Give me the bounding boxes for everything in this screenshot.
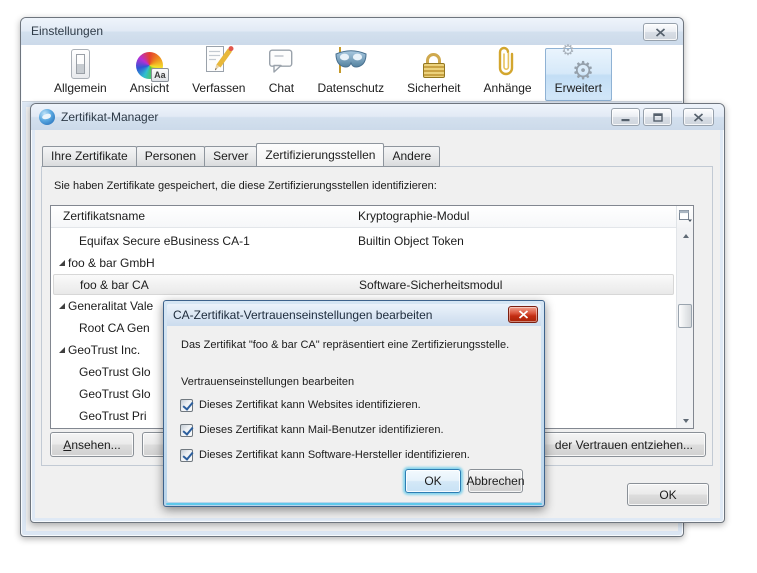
column-picker-button[interactable] xyxy=(676,206,693,228)
close-icon xyxy=(518,308,529,322)
toolbar-item-sicherheit[interactable]: Sicherheit xyxy=(397,48,470,101)
toolbar-item-erweitert[interactable]: Erweitert xyxy=(544,45,612,101)
certmgr-ok-button[interactable]: OK xyxy=(627,483,709,506)
table-row[interactable]: Equifax Secure eBusiness CA-1 Builtin Ob… xyxy=(51,230,676,252)
toolbar-item-chat[interactable]: Chat xyxy=(258,48,304,101)
toolbar-item-label: Chat xyxy=(268,81,295,95)
settings-titlebar[interactable]: Einstellungen xyxy=(21,18,683,45)
toolbar-item-label: Anhänge xyxy=(483,81,532,95)
minimize-icon xyxy=(621,113,630,122)
certmgr-titlebar[interactable]: Zertifikat-Manager xyxy=(31,104,724,130)
column-header-module[interactable]: Kryptographie-Modul xyxy=(358,209,469,223)
twisty-expanded-icon[interactable] xyxy=(59,347,65,353)
checkbox-icon[interactable] xyxy=(180,423,193,437)
toolbar-item-label: Datenschutz xyxy=(317,81,385,95)
toolbar-item-anhaenge[interactable]: Anhänge xyxy=(474,46,542,101)
dialog-intro-text: Das Zertifikat "foo & bar CA" repräsenti… xyxy=(181,339,510,351)
twisty-expanded-icon[interactable] xyxy=(59,260,65,266)
minimize-button[interactable] xyxy=(611,108,640,126)
column-header-name[interactable]: Zertifikatsname xyxy=(63,209,145,223)
gears-icon xyxy=(561,45,595,79)
close-icon xyxy=(655,27,666,37)
settings-window-title: Einstellungen xyxy=(31,24,104,38)
toolbar-item-label: Ansicht xyxy=(129,81,170,95)
tab-andere[interactable]: Andere xyxy=(383,146,441,167)
dialog-body: Das Zertifikat "foo & bar CA" repräsenti… xyxy=(167,326,541,502)
arrow-down-icon xyxy=(682,418,689,423)
light-switch-icon xyxy=(70,49,90,79)
toolbar-item-allgemein[interactable]: Allgemein xyxy=(44,48,117,101)
certmgr-tab-bar: Ihre Zertifikate Personen Server Zertifizie… xyxy=(42,143,441,167)
dialog-ok-button[interactable]: OK xyxy=(405,469,461,493)
column-picker-icon xyxy=(678,209,692,225)
toolbar-item-label: Verfassen xyxy=(192,81,246,95)
close-icon xyxy=(693,112,704,122)
settings-close-button[interactable] xyxy=(643,23,678,41)
tab-zertifizierungsstellen[interactable]: Zertifizierungsstellen xyxy=(256,143,385,167)
tab-server[interactable]: Server xyxy=(204,146,258,167)
checkbox-mail-users[interactable]: Dieses Zertifikat kann Mail-Benutzer ide… xyxy=(180,422,444,438)
dialog-cancel-button[interactable]: Abbrechen xyxy=(466,469,525,493)
twisty-expanded-icon[interactable] xyxy=(59,303,65,309)
table-row-group[interactable]: foo & bar GmbH xyxy=(51,252,676,274)
compose-icon xyxy=(202,44,236,80)
dialog-title: CA-Zertifikat-Vertrauenseinstellungen be… xyxy=(173,308,433,322)
table-row-selected[interactable]: foo & bar CA Software-Sicherheitsmodul xyxy=(53,274,674,295)
checkbox-software-makers[interactable]: Dieses Zertifikat kann Software-Herstell… xyxy=(180,447,470,463)
tab-personen[interactable]: Personen xyxy=(135,146,206,167)
cert-list-description: Sie haben Zertifikate gespeichert, die d… xyxy=(54,180,437,192)
toolbar-item-label: Allgemein xyxy=(54,81,107,95)
trust-settings-dialog: CA-Zertifikat-Vertrauenseinstellungen be… xyxy=(163,300,545,507)
checkbox-icon[interactable] xyxy=(180,448,193,462)
toolbar-item-ansicht[interactable]: Aa Ansicht xyxy=(120,48,179,101)
checkbox-icon[interactable] xyxy=(180,398,193,412)
font-sample-badge: Aa xyxy=(150,68,169,82)
chat-bubble-icon xyxy=(268,48,294,79)
vertical-scrollbar[interactable] xyxy=(676,228,693,428)
scroll-thumb[interactable] xyxy=(678,304,692,328)
maximize-button[interactable] xyxy=(643,108,672,126)
thunderbird-icon xyxy=(39,109,55,125)
trust-section-label: Vertrauenseinstellungen bearbeiten xyxy=(181,376,355,388)
dialog-close-button[interactable] xyxy=(508,306,538,323)
certmgr-close-button[interactable] xyxy=(683,108,714,126)
padlock-icon xyxy=(422,53,445,78)
mask-icon xyxy=(333,45,369,79)
maximize-icon xyxy=(652,112,663,122)
view-certificate-button[interactable]: Ansehen... xyxy=(50,432,134,457)
scroll-down-button[interactable] xyxy=(677,413,693,428)
tab-ihre-zertifikate[interactable]: Ihre Zertifikate xyxy=(42,146,137,167)
toolbar-item-label: Sicherheit xyxy=(407,81,461,95)
arrow-up-icon xyxy=(682,233,689,238)
toolbar-item-datenschutz[interactable]: Datenschutz xyxy=(307,45,394,101)
checkbox-websites[interactable]: Dieses Zertifikat kann Websites identifi… xyxy=(180,397,421,413)
toolbar-item-verfassen[interactable]: Verfassen xyxy=(182,46,255,101)
scroll-up-button[interactable] xyxy=(677,228,693,243)
desktop-background: Einstellungen Allgemein Aa Ansicht Verfa… xyxy=(0,0,757,573)
table-header: Zertifikatsname Kryptographie-Modul xyxy=(51,206,693,228)
dialog-titlebar[interactable]: CA-Zertifikat-Vertrauenseinstellungen be… xyxy=(167,304,541,326)
certmgr-window-title: Zertifikat-Manager xyxy=(61,110,159,124)
settings-toolbar: Allgemein Aa Ansicht Verfassen Chat Date… xyxy=(22,45,682,102)
paperclip-icon xyxy=(498,44,518,81)
